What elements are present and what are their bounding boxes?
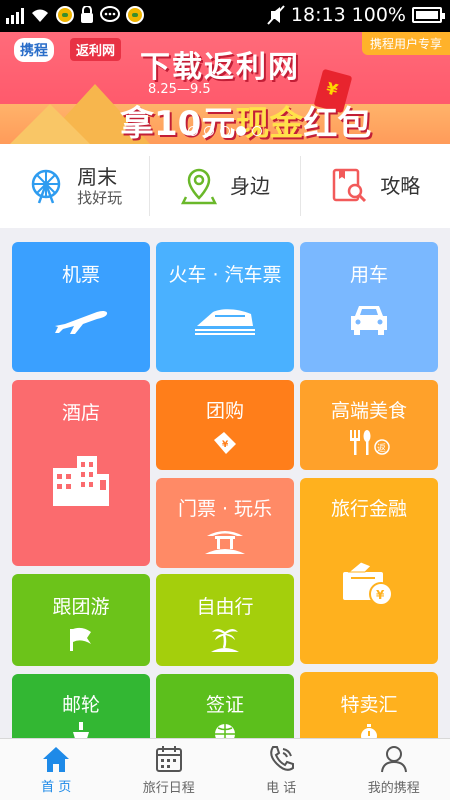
lock-icon bbox=[81, 6, 93, 23]
tile-hotel[interactable]: 酒店 bbox=[12, 380, 150, 566]
location-pin-icon bbox=[180, 167, 218, 205]
carousel-dots[interactable] bbox=[188, 126, 262, 136]
tile-travel-finance[interactable]: 旅行金融 ¥ bbox=[300, 478, 438, 664]
wifi-icon bbox=[32, 9, 48, 22]
tile-visa[interactable]: 签证 bbox=[156, 674, 294, 744]
chat-icon bbox=[100, 6, 120, 22]
tab-phone[interactable]: 电 话 bbox=[225, 739, 338, 800]
app-notification-icon bbox=[56, 6, 74, 24]
svg-text:返: 返 bbox=[377, 442, 386, 454]
quick-item-guide[interactable]: 攻略 bbox=[301, 156, 450, 216]
tile-label: 火车 · 汽车票 bbox=[168, 264, 282, 286]
pyramid-illustration bbox=[10, 104, 90, 144]
svg-text:¥: ¥ bbox=[376, 588, 385, 602]
flag-icon bbox=[70, 627, 91, 651]
carousel-dot[interactable] bbox=[204, 126, 214, 136]
banner-sub-suffix: 红包 bbox=[303, 104, 372, 144]
tile-tickets-fun[interactable]: 门票 · 玩乐 bbox=[156, 478, 294, 568]
tab-home[interactable]: 首 页 bbox=[0, 739, 113, 800]
car-icon bbox=[351, 306, 387, 335]
banner-title: 下载返利网 bbox=[140, 50, 300, 85]
status-bar: 18:13 100% bbox=[0, 0, 450, 32]
tile-label: 高端美食 bbox=[330, 400, 407, 422]
tile-fine-dining[interactable]: 高端美食 返 bbox=[300, 380, 438, 470]
tile-label: 酒店 bbox=[61, 402, 100, 424]
tile-flight[interactable]: 机票 bbox=[12, 242, 150, 372]
tab-label: 我的携程 bbox=[367, 780, 420, 796]
tile-independent-travel[interactable]: 自由行 bbox=[156, 574, 294, 666]
airplane-icon bbox=[55, 310, 108, 334]
bottom-tab-bar: 首 页 旅行日程 电 话 我的携程 bbox=[0, 738, 450, 800]
svg-text:¥: ¥ bbox=[222, 440, 229, 450]
quick-text: 周末 找好玩 bbox=[77, 165, 122, 207]
ctrip-logo: 携程 bbox=[14, 38, 54, 62]
promo-banner[interactable]: 携程 返利网 下载返利网 8.25—9.5 拿10元现金红包 携程用户专享 bbox=[0, 32, 450, 144]
tile-flash-sale[interactable]: 特卖汇 bbox=[300, 672, 438, 744]
ferris-wheel-icon bbox=[27, 167, 65, 205]
quick-item-sublabel: 找好玩 bbox=[77, 189, 123, 207]
tab-itinerary[interactable]: 旅行日程 bbox=[113, 739, 226, 800]
guide-search-icon bbox=[330, 167, 368, 205]
carousel-dot[interactable] bbox=[252, 126, 262, 136]
fanli-logo: 返利网 bbox=[70, 38, 122, 61]
mute-icon bbox=[267, 5, 285, 25]
tile-car[interactable]: 用车 bbox=[300, 242, 438, 372]
tab-label: 旅行日程 bbox=[142, 780, 195, 796]
carousel-dot[interactable] bbox=[220, 126, 230, 136]
tile-label: 特卖汇 bbox=[340, 694, 398, 716]
tab-label: 首 页 bbox=[41, 779, 72, 795]
tab-label: 电 话 bbox=[266, 780, 297, 796]
tile-group-tour[interactable]: 跟团游 bbox=[12, 574, 150, 666]
pavilion-icon bbox=[205, 531, 245, 554]
status-time: 18:13 bbox=[290, 4, 346, 26]
tile-cruise[interactable]: 邮轮 bbox=[12, 674, 150, 744]
tile-label: 用车 bbox=[349, 264, 388, 286]
tile-label: 旅行金融 bbox=[330, 498, 407, 520]
cutlery-icon: 返 bbox=[350, 430, 390, 455]
status-bar-left bbox=[6, 6, 144, 24]
quick-item-weekend[interactable]: 周末 找好玩 bbox=[0, 156, 151, 216]
app-notification-icon bbox=[126, 6, 144, 24]
tile-label: 自由行 bbox=[196, 596, 254, 618]
tile-label: 机票 bbox=[61, 264, 100, 286]
palm-island-icon bbox=[211, 629, 239, 652]
banner-date: 8.25—9.5 bbox=[148, 82, 211, 97]
quick-entry-row: 周末 找好玩 身边 攻略 bbox=[0, 144, 450, 228]
quick-text: 身边 bbox=[230, 174, 270, 198]
tile-label: 邮轮 bbox=[61, 694, 100, 716]
train-icon bbox=[195, 309, 255, 335]
banner-sub-prefix: 拿10元 bbox=[120, 104, 236, 144]
phone-icon bbox=[270, 745, 295, 771]
quick-text: 攻略 bbox=[380, 174, 420, 198]
quick-item-label: 周末 bbox=[77, 165, 118, 189]
service-grid: 机票 火车 · 汽车票 用车 酒店 团购 ¥ 高端美食 返 门票 · 玩乐 旅行… bbox=[0, 228, 450, 744]
carousel-dot[interactable] bbox=[188, 126, 198, 136]
quick-item-nearby[interactable]: 身边 bbox=[150, 156, 301, 216]
tile-group-buy[interactable]: 团购 ¥ bbox=[156, 380, 294, 470]
calendar-icon bbox=[155, 745, 182, 772]
user-icon bbox=[380, 745, 407, 772]
quick-item-label: 身边 bbox=[229, 174, 270, 198]
tile-label: 签证 bbox=[205, 694, 244, 716]
tab-my-ctrip[interactable]: 我的携程 bbox=[338, 739, 450, 800]
quick-item-label: 攻略 bbox=[380, 174, 421, 198]
tile-label: 跟团游 bbox=[52, 596, 110, 618]
tile-label: 团购 bbox=[205, 400, 244, 422]
status-bar-right: 18:13 100% bbox=[267, 4, 445, 26]
tile-label: 门票 · 玩乐 bbox=[177, 498, 273, 520]
hotel-building-icon bbox=[53, 456, 109, 506]
gift-wallet-icon: ¥ bbox=[343, 561, 393, 606]
battery-icon bbox=[412, 7, 445, 23]
banner-tag: 携程用户专享 bbox=[361, 32, 450, 55]
signal-icon bbox=[6, 6, 24, 24]
coupon-tag-icon: ¥ bbox=[214, 432, 236, 454]
home-icon bbox=[43, 746, 70, 772]
battery-percent: 100% bbox=[351, 4, 406, 26]
banner-subtitle: 拿10元现金红包 bbox=[120, 96, 371, 144]
tile-train-bus[interactable]: 火车 · 汽车票 bbox=[156, 242, 294, 372]
carousel-dot-active[interactable] bbox=[236, 126, 246, 136]
banner-sub-gold: 现金 bbox=[235, 104, 304, 144]
